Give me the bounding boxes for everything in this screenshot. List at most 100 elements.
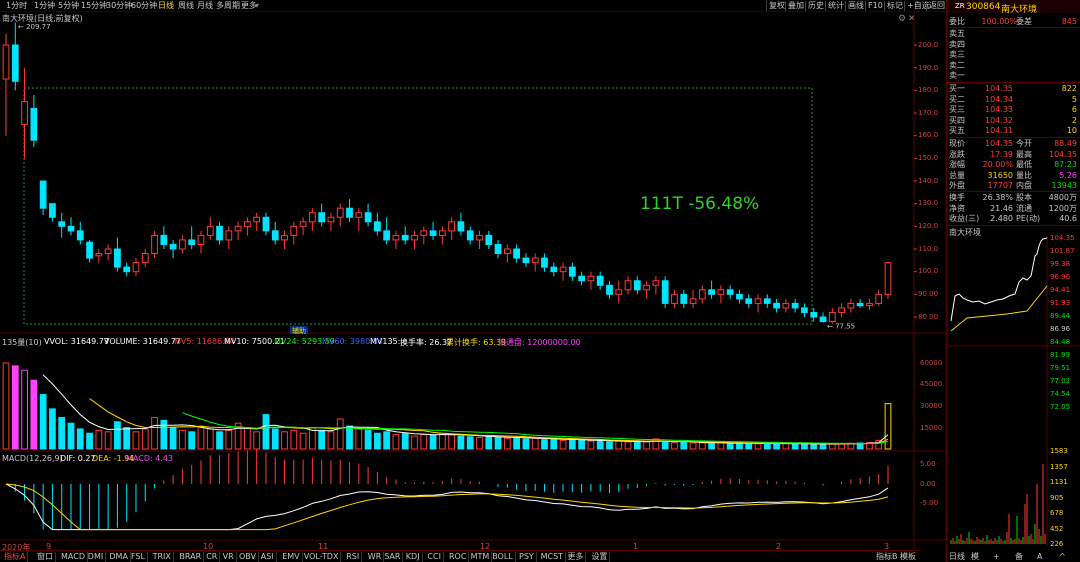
indicator-tab-dmi[interactable]: DMI	[86, 552, 107, 562]
candle-body	[225, 230, 233, 241]
indicator-tab-mtm[interactable]: MTM	[469, 552, 493, 562]
buy-level-3: 买三 104.33 6	[949, 105, 1077, 114]
volume-bar	[680, 441, 688, 450]
indicator-tab-设置[interactable]: 设置	[589, 552, 611, 562]
volume-bar	[717, 442, 725, 450]
indicator-tab-kdj[interactable]: KDJ	[404, 552, 423, 562]
y-tick: 170.0	[918, 109, 939, 117]
indicator-tab-obv[interactable]: OBV	[237, 552, 260, 562]
indicator-tab-trix[interactable]: TRIX	[151, 552, 174, 562]
volume-bar	[624, 441, 632, 450]
indicator-tab-asi[interactable]: ASI	[259, 552, 277, 562]
indicator-tab-指标a[interactable]: 指标A	[2, 552, 29, 562]
mini-vol-tick: 678	[1050, 509, 1064, 517]
volume-value: VOLUME: 31649.77	[104, 337, 181, 346]
y-tick: 80.00	[918, 313, 939, 321]
volume-bar	[587, 440, 595, 450]
mini-price-tick: 74.54	[1050, 390, 1071, 398]
volume-bar	[559, 439, 567, 450]
volume-bar	[708, 442, 715, 450]
y-tick: 160.0	[918, 131, 939, 139]
indicator-tab-mcst[interactable]: MCST	[539, 552, 567, 562]
candle-body	[383, 230, 391, 241]
indicator-tab-psy[interactable]: PSY	[517, 552, 537, 562]
volume-float: 流通盘: 12000000.00	[498, 338, 581, 347]
volume-bar	[401, 432, 409, 450]
mini-tab[interactable]: +	[993, 552, 1000, 562]
template-tab[interactable]: 模板	[900, 552, 916, 562]
indicator-tab-macd[interactable]: MACD	[59, 552, 88, 562]
kline-chart[interactable]: ← 209.77 ← 77.55 辅助	[0, 0, 946, 550]
stat-row: 涨跌 17.39 最高 104.35	[949, 149, 1077, 159]
candle-body	[299, 221, 307, 227]
macd-tick: -5.00	[920, 499, 939, 507]
volume-bar	[355, 428, 363, 450]
candle-body	[531, 257, 539, 264]
candle-body	[847, 302, 855, 309]
volume-bar	[281, 431, 288, 450]
indicator-tab-vol-tdx[interactable]: VOL-TDX	[302, 552, 342, 562]
mini-price-tick: 91.93	[1050, 299, 1071, 307]
indicator-tab-cr[interactable]: CR	[204, 552, 221, 562]
candle-body	[541, 257, 548, 268]
candle-body	[123, 266, 131, 273]
order-ratio-row: 委比 100.00% 委差 845	[949, 17, 1077, 26]
volume-bar	[615, 440, 623, 450]
indicator-tab-rsi[interactable]: RSI	[344, 552, 363, 562]
indicator-tab-dma[interactable]: DMA	[107, 552, 131, 562]
candle-body	[485, 234, 493, 245]
candle-body	[169, 243, 177, 250]
macd-tick: 0.00	[920, 480, 936, 488]
mini-vol-tick: 905	[1050, 493, 1064, 502]
macd-dif: DIF: 0.27	[60, 454, 96, 463]
mini-tab[interactable]: ^	[1059, 552, 1066, 562]
candle-body	[49, 203, 56, 218]
candle-body	[503, 248, 511, 255]
indicator-tab-boll[interactable]: BOLL	[490, 552, 516, 562]
mini-tab[interactable]: 备	[1015, 552, 1023, 562]
mini-tab[interactable]: 日线	[949, 552, 965, 562]
volume-bar	[596, 439, 604, 450]
candle-body	[86, 241, 93, 259]
volume-bar	[726, 443, 734, 450]
candle-body	[141, 253, 149, 264]
indicator-tab-fsl[interactable]: FSL	[129, 552, 148, 562]
candle-body	[197, 234, 205, 245]
vol-tick: 30000	[920, 402, 943, 410]
indicator-tab-emv[interactable]: EMV	[280, 552, 303, 562]
indicator-tab-更多[interactable]: 更多	[565, 552, 587, 562]
volume-bar	[244, 427, 251, 450]
candle-body	[206, 225, 214, 236]
candle-body	[596, 275, 604, 286]
indicator-tab-cci[interactable]: CCI	[425, 552, 444, 562]
volume-bar	[671, 442, 678, 450]
indicator-tab-sar[interactable]: SAR	[382, 552, 404, 562]
mini-price-tick: 104.35	[1050, 234, 1075, 242]
candle-body	[745, 298, 753, 304]
volume-bar	[39, 394, 47, 450]
volume-bar	[531, 437, 539, 450]
candle-body	[838, 307, 845, 313]
candle-body	[132, 262, 140, 273]
volume-bar	[262, 414, 270, 450]
volume-bar	[754, 443, 762, 450]
candle-body	[819, 316, 827, 323]
volume-bar	[327, 431, 335, 450]
indicator-tab-vr[interactable]: VR	[221, 552, 237, 562]
indicator-tab-brar[interactable]: BRAR	[177, 552, 205, 562]
volume-bar	[541, 439, 548, 450]
candle-body	[680, 293, 688, 304]
indicator-tab-窗口[interactable]: 窗口	[35, 552, 56, 562]
candle-body	[587, 275, 595, 282]
mini-tab[interactable]: A	[1037, 552, 1042, 562]
volume-bar	[271, 428, 279, 450]
volume-bar	[661, 441, 669, 450]
indicator-tab-roc[interactable]: ROC	[447, 552, 470, 562]
mini-tab[interactable]: 模	[971, 552, 979, 562]
volume-bar	[578, 439, 585, 450]
volume-bar	[782, 443, 790, 450]
candle-body	[281, 234, 288, 241]
mini-price-tick: 84.48	[1050, 338, 1071, 346]
indicator-b-tab[interactable]: 指标B	[876, 552, 898, 562]
candle-body	[466, 230, 474, 241]
